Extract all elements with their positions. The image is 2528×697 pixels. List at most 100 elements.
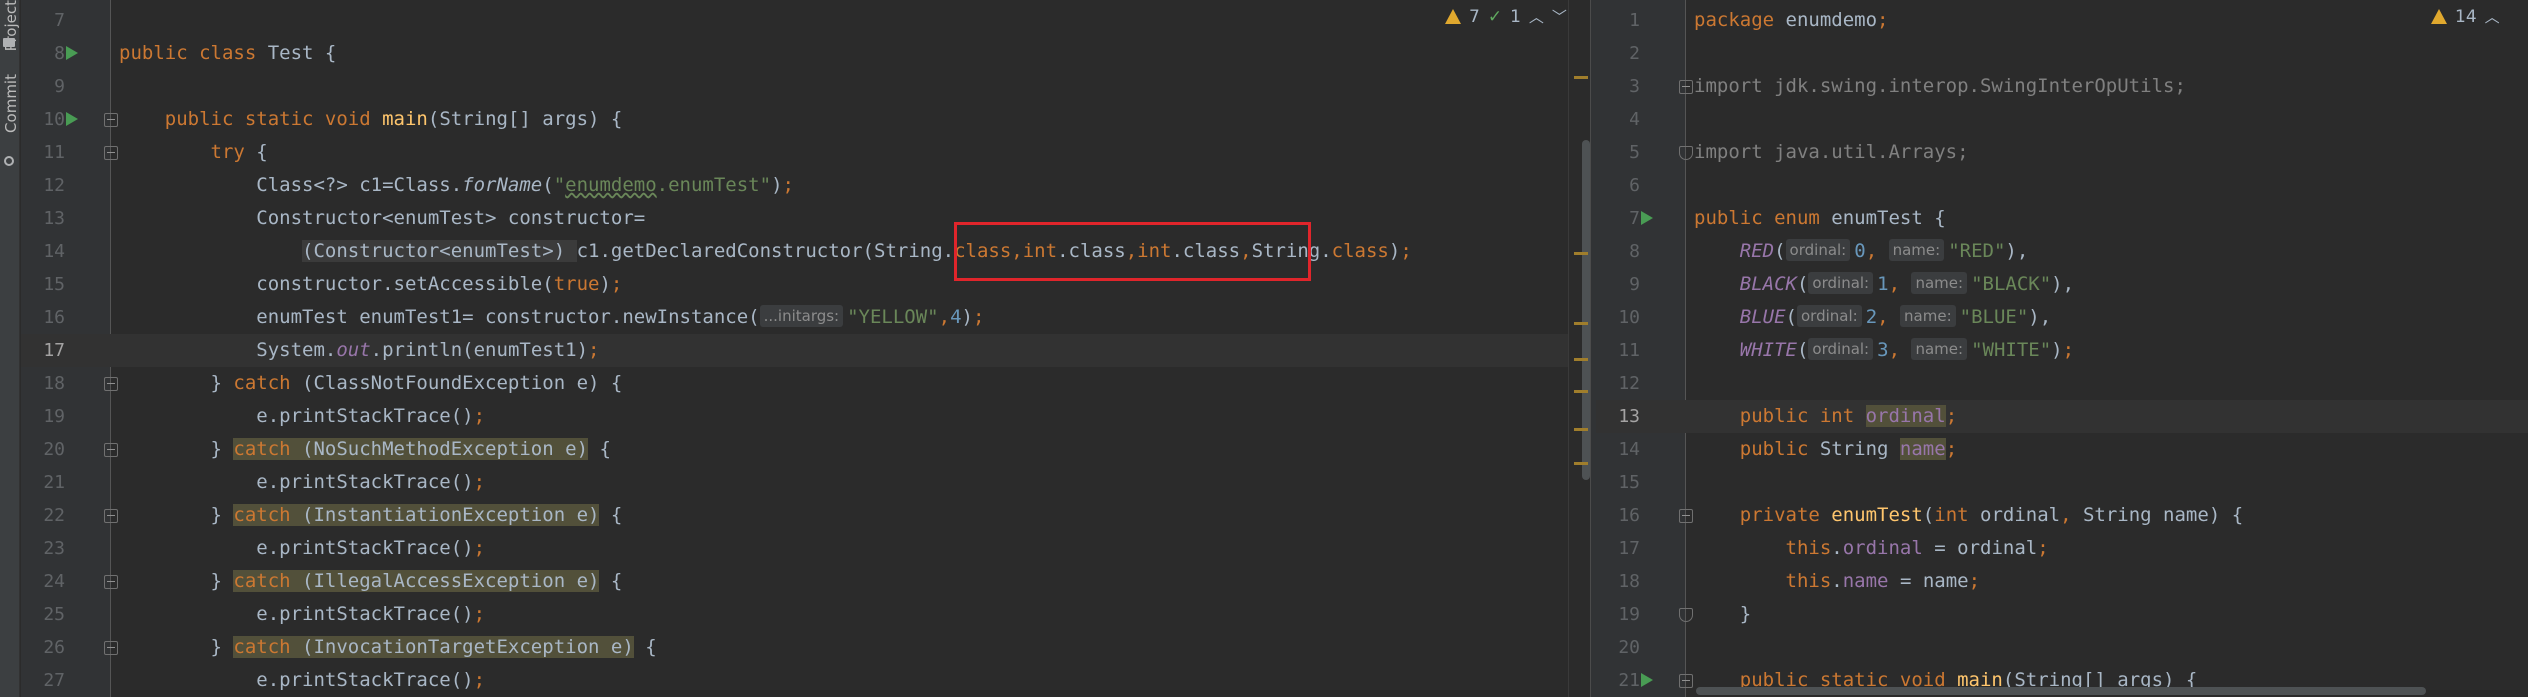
fold-toggle-icon[interactable]	[1679, 80, 1693, 94]
code-line[interactable]: 10 public static void main(String[] args…	[21, 103, 1590, 136]
code-text[interactable]: package enumdemo;	[1694, 4, 1888, 37]
line-number[interactable]: 15	[21, 268, 65, 301]
code-line[interactable]: 8 RED(ordinal: 0, name: "RED"),	[1596, 235, 2528, 268]
code-line[interactable]: 13 public int ordinal;	[1596, 400, 2528, 433]
line-number[interactable]: 8	[21, 37, 65, 70]
run-icon[interactable]	[1641, 211, 1653, 225]
line-number[interactable]: 1	[1596, 4, 1640, 37]
code-text[interactable]: enumTest enumTest1= constructor.newInsta…	[119, 301, 984, 334]
code-line[interactable]: 19 e.printStackTrace();	[21, 400, 1590, 433]
line-number[interactable]: 11	[1596, 334, 1640, 367]
line-number[interactable]: 2	[1596, 37, 1640, 70]
line-number[interactable]: 23	[21, 532, 65, 565]
horizontal-scrollbar[interactable]	[1696, 687, 2426, 695]
line-number[interactable]: 6	[1596, 169, 1640, 202]
line-number[interactable]: 18	[1596, 565, 1640, 598]
code-line[interactable]: 4	[1596, 103, 2528, 136]
code-line[interactable]: 16 private enumTest(int ordinal, String …	[1596, 499, 2528, 532]
code-line[interactable]: 6	[1596, 169, 2528, 202]
code-text[interactable]: import jdk.swing.interop.SwingInterOpUti…	[1694, 70, 2186, 103]
run-icon[interactable]	[66, 112, 78, 126]
code-line[interactable]: 13 Constructor<enumTest> constructor=	[21, 202, 1590, 235]
code-line[interactable]: 12	[1596, 367, 2528, 400]
run-icon[interactable]	[1641, 673, 1653, 687]
code-text[interactable]: } catch (NoSuchMethodException e) {	[119, 433, 611, 466]
line-number[interactable]: 24	[21, 565, 65, 598]
code-text[interactable]: } catch (InstantiationException e) {	[119, 499, 622, 532]
code-line[interactable]: 2	[1596, 37, 2528, 70]
code-line[interactable]: 21 e.printStackTrace();	[21, 466, 1590, 499]
code-text[interactable]: } catch (InvocationTargetException e) {	[119, 631, 657, 664]
inspection-widget[interactable]: 7 ✓ 1 ︿ ﹀	[1445, 6, 1567, 27]
line-number[interactable]: 11	[21, 136, 65, 169]
code-line[interactable]: 8 public class Test {	[21, 37, 1590, 70]
error-stripe-mark[interactable]	[1574, 358, 1588, 361]
editor-right-enumtest-java[interactable]: 1 package enumdemo; 2 3 import jdk.swing.int…	[1596, 0, 2528, 697]
code-line[interactable]: 18 } catch (ClassNotFoundException e) {	[21, 367, 1590, 400]
code-text[interactable]: } catch (ClassNotFoundException e) {	[119, 367, 623, 400]
code-line[interactable]: 11 try {	[21, 136, 1590, 169]
fold-toggle-icon[interactable]	[104, 509, 118, 523]
run-icon[interactable]	[66, 46, 78, 60]
code-line[interactable]: 24 } catch (IllegalAccessException e) {	[21, 565, 1590, 598]
sidebar-tab-project[interactable]: Project	[0, 0, 20, 60]
code-text[interactable]: WHITE(ordinal: 3, name: "WHITE");	[1694, 334, 2074, 367]
code-line[interactable]: 23 e.printStackTrace();	[21, 532, 1590, 565]
code-line[interactable]: 15	[1596, 466, 2528, 499]
code-line[interactable]: 1 package enumdemo;	[1596, 4, 2528, 37]
code-line[interactable]: 17 this.ordinal = ordinal;	[1596, 532, 2528, 565]
line-number[interactable]: 19	[21, 400, 65, 433]
fold-toggle-icon[interactable]	[1679, 608, 1693, 622]
code-text[interactable]: } catch (IllegalAccessException e) {	[119, 565, 622, 598]
line-number[interactable]: 17	[21, 334, 65, 367]
code-text[interactable]: public static void main(String[] args) {	[119, 103, 623, 136]
line-number[interactable]: 16	[1596, 499, 1640, 532]
fold-toggle-icon[interactable]	[104, 575, 118, 589]
line-number[interactable]: 14	[1596, 433, 1640, 466]
code-line[interactable]: 14 (Constructor<enumTest>) c1.getDeclare…	[21, 235, 1590, 268]
line-number[interactable]: 12	[1596, 367, 1640, 400]
sidebar-tab-commit[interactable]: Commit	[0, 74, 20, 174]
code-line[interactable]: 9 BLACK(ordinal: 1, name: "BLACK"),	[1596, 268, 2528, 301]
line-number[interactable]: 21	[1596, 664, 1640, 697]
editor-left-test-java[interactable]: 7 8 public class Test {9 10 public static v…	[21, 0, 1590, 697]
line-number[interactable]: 20	[21, 433, 65, 466]
code-line[interactable]: 7	[21, 4, 1590, 37]
code-line[interactable]: 18 this.name = name;	[1596, 565, 2528, 598]
line-number[interactable]: 3	[1596, 70, 1640, 103]
line-number[interactable]: 27	[21, 664, 65, 697]
code-line[interactable]: 10 BLUE(ordinal: 2, name: "BLUE"),	[1596, 301, 2528, 334]
code-text[interactable]: e.printStackTrace();	[119, 664, 485, 697]
code-text[interactable]: public int ordinal;	[1694, 400, 1957, 433]
code-text[interactable]: Class<?> c1=Class.forName("enumdemo.enum…	[119, 169, 794, 202]
line-number[interactable]: 17	[1596, 532, 1640, 565]
code-line[interactable]: 20 } catch (NoSuchMethodException e) {	[21, 433, 1590, 466]
line-number[interactable]: 7	[21, 4, 65, 37]
fold-toggle-icon[interactable]	[1679, 146, 1693, 160]
line-number[interactable]: 15	[1596, 466, 1640, 499]
code-line[interactable]: 3 import jdk.swing.interop.SwingInterOpUt…	[1596, 70, 2528, 103]
line-number[interactable]: 4	[1596, 103, 1640, 136]
fold-toggle-icon[interactable]	[104, 113, 118, 127]
line-number[interactable]: 12	[21, 169, 65, 202]
inspection-widget[interactable]: 14 ︿	[2431, 6, 2500, 27]
error-stripe-mark[interactable]	[1574, 76, 1588, 79]
code-text[interactable]: RED(ordinal: 0, name: "RED"),	[1694, 235, 2028, 268]
line-number[interactable]: 8	[1596, 235, 1640, 268]
code-text[interactable]: public String name;	[1694, 433, 1957, 466]
line-number[interactable]: 19	[1596, 598, 1640, 631]
fold-toggle-icon[interactable]	[104, 146, 118, 160]
code-line[interactable]: 15 constructor.setAccessible(true);	[21, 268, 1590, 301]
line-number[interactable]: 10	[1596, 301, 1640, 334]
code-text[interactable]: public class Test {	[119, 37, 336, 70]
error-stripe-mark[interactable]	[1574, 428, 1588, 431]
error-stripe-mark[interactable]	[1574, 322, 1588, 325]
line-number[interactable]: 14	[21, 235, 65, 268]
code-text[interactable]: e.printStackTrace();	[119, 532, 485, 565]
code-line[interactable]: 22 } catch (InstantiationException e) {	[21, 499, 1590, 532]
code-text[interactable]: import java.util.Arrays;	[1694, 136, 1969, 169]
code-text[interactable]: public enum enumTest {	[1694, 202, 1946, 235]
error-stripe-mark[interactable]	[1574, 390, 1588, 393]
code-text[interactable]: BLUE(ordinal: 2, name: "BLUE"),	[1694, 301, 2051, 334]
fold-toggle-icon[interactable]	[104, 377, 118, 391]
